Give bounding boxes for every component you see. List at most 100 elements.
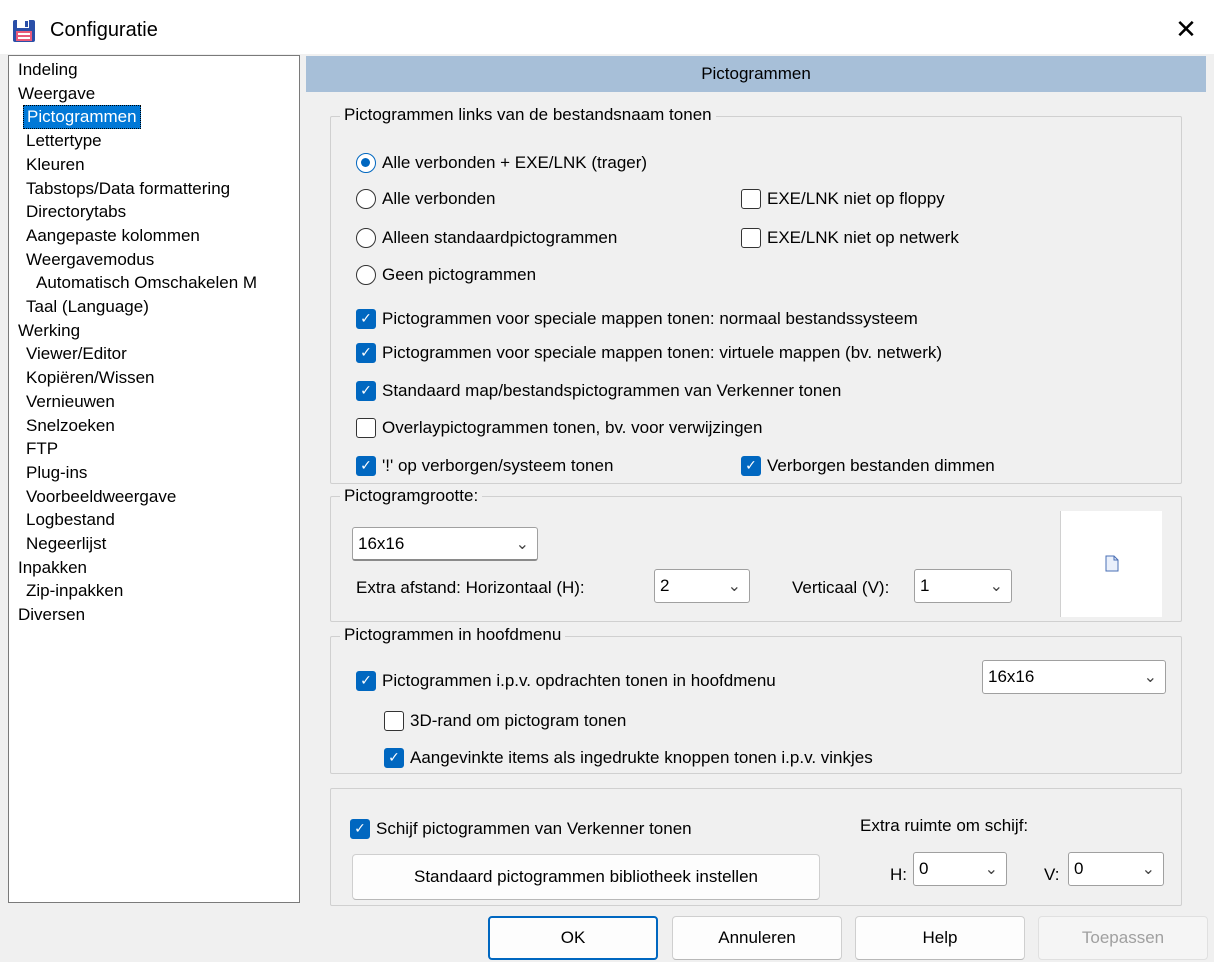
checkbox-dim-hidden[interactable]: ✓ Verborgen bestanden dimmen — [741, 453, 995, 479]
checkbox-overlay-label: Overlaypictogrammen tonen, bv. voor verw… — [382, 418, 763, 437]
tree-item[interactable]: Taal (Language) — [23, 295, 152, 319]
checkbox-disk-icons[interactable]: ✓ Schijf pictogrammen van Verkenner tone… — [350, 816, 692, 842]
checkbox-3d-border-box[interactable] — [384, 711, 404, 731]
icon-preview — [1060, 511, 1162, 617]
checkbox-hidden-mark-label: '!' op verborgen/systeem tonen — [382, 456, 614, 475]
checkbox-exe-floppy[interactable]: EXE/LNK niet op floppy — [741, 186, 945, 212]
tree-item[interactable]: Kleuren — [23, 153, 88, 177]
radio-all-indicator[interactable] — [356, 189, 376, 209]
horizontal-spacing-value: 2 — [660, 576, 670, 595]
group-main-menu-legend: Pictogrammen in hoofdmenu — [340, 624, 566, 646]
tree-item[interactable]: FTP — [23, 437, 61, 461]
checkbox-3d-border-label: 3D-rand om pictogram tonen — [410, 711, 627, 730]
tree-item[interactable]: Negeerlijst — [23, 532, 109, 556]
checkbox-pressed-buttons-box[interactable]: ✓ — [384, 748, 404, 768]
tree-item[interactable]: Aangepaste kolommen — [23, 224, 203, 248]
tree-item[interactable]: Lettertype — [23, 129, 105, 153]
vertical-spacing-value: 1 — [920, 576, 930, 595]
checkbox-special-virtual-box[interactable]: ✓ — [356, 343, 376, 363]
group-icons-left-legend: Pictogrammen links van de bestandsnaam t… — [340, 104, 716, 126]
checkbox-dim-hidden-label: Verborgen bestanden dimmen — [767, 456, 995, 475]
cancel-button[interactable]: Annuleren — [672, 916, 842, 960]
title-bar: Configuratie ✕ — [0, 0, 1214, 54]
checkbox-explorer-icons[interactable]: ✓ Standaard map/bestandspictogrammen van… — [356, 378, 841, 404]
checkbox-overlay[interactable]: Overlaypictogrammen tonen, bv. voor verw… — [356, 415, 762, 441]
tree-item[interactable]: Snelzoeken — [23, 414, 118, 438]
extra-spacing-label: Extra afstand: Horizontaal (H): — [356, 578, 585, 597]
tree-item[interactable]: Logbestand — [23, 508, 118, 532]
tree-item[interactable]: Weergavemodus — [23, 248, 157, 272]
radio-all-exe-indicator[interactable] — [356, 153, 376, 173]
checkbox-special-virtual-label: Pictogrammen voor speciale mappen tonen:… — [382, 343, 943, 362]
disk-v-select[interactable]: 0 ⌄ — [1068, 852, 1164, 886]
radio-none-label: Geen pictogrammen — [382, 265, 537, 284]
checkbox-hidden-mark[interactable]: ✓ '!' op verborgen/systeem tonen — [356, 453, 613, 479]
menu-icon-size-value: 16x16 — [988, 667, 1035, 686]
tree-item[interactable]: Voorbeeldweergave — [23, 485, 179, 509]
tree-item[interactable]: Pictogrammen — [23, 105, 141, 130]
tree-item[interactable]: Directorytabs — [23, 200, 129, 224]
checkbox-special-normal-label: Pictogrammen voor speciale mappen tonen:… — [382, 309, 918, 328]
checkbox-hidden-mark-box[interactable]: ✓ — [356, 456, 376, 476]
horizontal-spacing-select[interactable]: 2 ⌄ — [654, 569, 750, 603]
radio-standard[interactable]: Alleen standaardpictogrammen — [356, 225, 617, 251]
checkbox-special-normal-box[interactable]: ✓ — [356, 309, 376, 329]
checkbox-overlay-box[interactable] — [356, 418, 376, 438]
vertical-spacing-select[interactable]: 1 ⌄ — [914, 569, 1012, 603]
checkbox-disk-icons-box[interactable]: ✓ — [350, 819, 370, 839]
checkbox-special-virtual[interactable]: ✓ Pictogrammen voor speciale mappen tone… — [356, 340, 942, 366]
radio-all-exe[interactable]: Alle verbonden + EXE/LNK (trager) — [356, 150, 647, 176]
chevron-down-icon: ⌄ — [1141, 859, 1155, 878]
tree-item[interactable]: Plug-ins — [23, 461, 90, 485]
icon-size-value: 16x16 — [358, 533, 405, 553]
radio-standard-indicator[interactable] — [356, 228, 376, 248]
close-button[interactable]: ✕ — [1158, 8, 1214, 52]
checkbox-exe-network[interactable]: EXE/LNK niet op netwerk — [741, 225, 959, 251]
icon-library-button[interactable]: Standaard pictogrammen bibliotheek inste… — [352, 854, 820, 900]
disk-v-value: 0 — [1074, 859, 1084, 878]
checkbox-3d-border[interactable]: 3D-rand om pictogram tonen — [384, 708, 626, 734]
checkbox-menu-icons-label: Pictogrammen i.p.v. opdrachten tonen in … — [382, 671, 776, 690]
radio-all-label: Alle verbonden — [382, 189, 496, 208]
file-icon — [1105, 555, 1119, 572]
radio-none-indicator[interactable] — [356, 265, 376, 285]
apply-button: Toepassen — [1038, 916, 1208, 960]
chevron-down-icon: ⌄ — [727, 576, 741, 595]
disk-h-select[interactable]: 0 ⌄ — [913, 852, 1007, 886]
menu-icon-size-select[interactable]: 16x16 ⌄ — [982, 660, 1166, 694]
tree-item[interactable]: Vernieuwen — [23, 390, 118, 414]
tree-item[interactable]: Indeling — [15, 58, 81, 82]
disk-h-value: 0 — [919, 859, 929, 878]
disk-h-label: H: — [890, 865, 907, 884]
checkbox-menu-icons-box[interactable]: ✓ — [356, 671, 376, 691]
checkbox-pressed-buttons[interactable]: ✓ Aangevinkte items als ingedrukte knopp… — [384, 745, 873, 771]
tree-item[interactable]: Zip-inpakken — [23, 579, 126, 603]
checkbox-dim-hidden-box[interactable]: ✓ — [741, 456, 761, 476]
checkbox-exe-floppy-label: EXE/LNK niet op floppy — [767, 189, 945, 208]
tree-item[interactable]: Weergave — [15, 82, 98, 106]
help-button[interactable]: Help — [855, 916, 1025, 960]
vertical-spacing-label: Verticaal (V): — [792, 578, 890, 597]
disk-v-label: V: — [1044, 865, 1060, 884]
checkbox-pressed-buttons-label: Aangevinkte items als ingedrukte knoppen… — [410, 748, 873, 767]
settings-tree[interactable]: Indeling Weergave Pictogrammen Lettertype Kl… — [8, 55, 300, 903]
ok-button[interactable]: OK — [488, 916, 658, 960]
checkbox-menu-icons[interactable]: ✓ Pictogrammen i.p.v. opdrachten tonen i… — [356, 668, 776, 694]
checkbox-explorer-icons-label: Standaard map/bestandspictogrammen van V… — [382, 381, 842, 400]
panel-header: Pictogrammen — [306, 56, 1206, 92]
tree-item[interactable]: Automatisch Omschakelen M — [33, 271, 260, 295]
radio-all[interactable]: Alle verbonden — [356, 186, 495, 212]
chevron-down-icon: ⌄ — [1143, 667, 1157, 686]
tree-item[interactable]: Tabstops/Data formattering — [23, 177, 233, 201]
radio-none[interactable]: Geen pictogrammen — [356, 262, 536, 288]
tree-item[interactable]: Viewer/Editor — [23, 342, 130, 366]
tree-item[interactable]: Inpakken — [15, 556, 90, 580]
tree-item[interactable]: Diversen — [15, 603, 88, 627]
tree-item[interactable]: Werking — [15, 319, 83, 343]
checkbox-special-normal[interactable]: ✓ Pictogrammen voor speciale mappen tone… — [356, 306, 918, 332]
icon-size-select[interactable]: 16x16 ⌄ — [352, 527, 538, 561]
tree-item[interactable]: Kopiëren/Wissen — [23, 366, 158, 390]
checkbox-exe-network-box[interactable] — [741, 228, 761, 248]
checkbox-exe-floppy-box[interactable] — [741, 189, 761, 209]
checkbox-explorer-icons-box[interactable]: ✓ — [356, 381, 376, 401]
